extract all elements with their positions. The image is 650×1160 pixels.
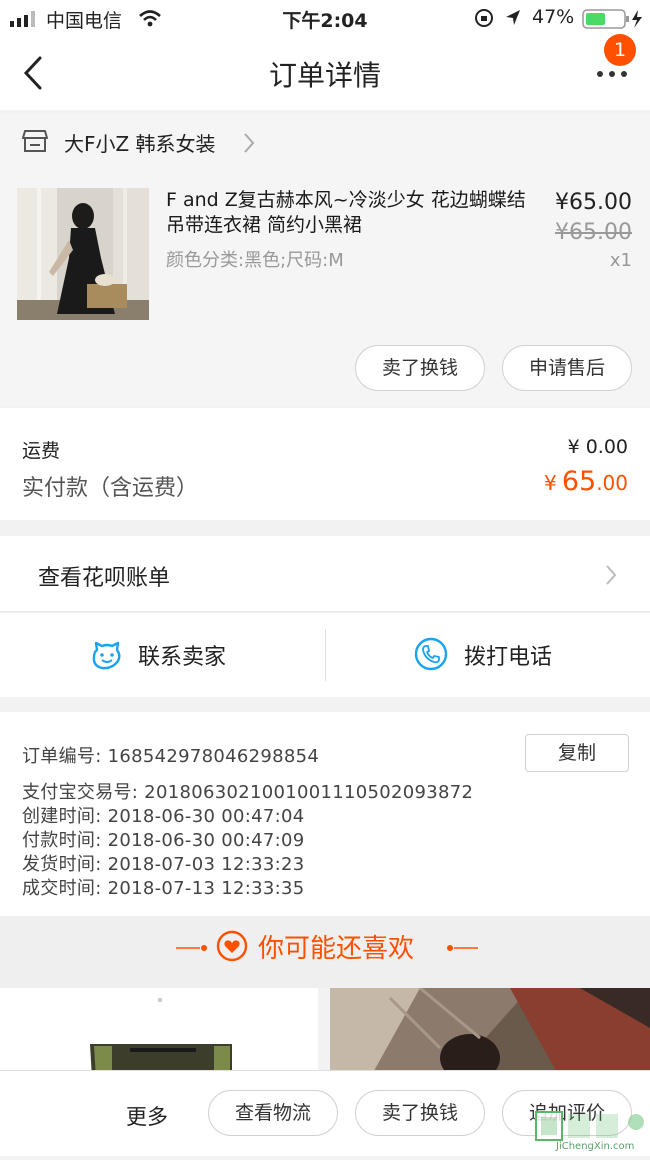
paid-label: 实付款（含运费） (22, 476, 199, 501)
created-time: 创建时间: 2018-06-30 00:47:04 (22, 806, 305, 827)
product-attributes: 颜色分类:黑色;尺码:M (166, 250, 344, 271)
shipping-value: ¥ 0.00 (567, 436, 628, 458)
paid-amount: ¥ 65.00 (544, 466, 628, 497)
shipping-label: 运费 (22, 440, 61, 462)
phone-icon[interactable] (414, 637, 448, 671)
notification-badge: 1 (604, 34, 636, 66)
chevron-right-icon (244, 133, 255, 153)
watermark-logo: JiChengXin.com (532, 1108, 650, 1156)
location-icon (506, 10, 520, 25)
navigation-bar: 订单详情 (0, 36, 650, 110)
product-title[interactable]: F and Z复古赫本风~冷淡少女 花边蝴蝶结吊带连衣裙 简约小黑裙 (166, 188, 526, 238)
completed-time: 成交时间: 2018-07-13 12:33:35 (22, 878, 305, 899)
chat-smiley-icon[interactable] (90, 637, 124, 671)
order-number: 订单编号: 168542978046298854 (22, 746, 320, 767)
huabei-bill-label: 查看花呗账单 (38, 566, 171, 591)
product-quantity: x1 (609, 250, 632, 271)
product-price: ¥65.00 (555, 190, 632, 215)
chevron-right-icon (606, 565, 617, 585)
battery-icon (582, 9, 642, 29)
product-thumbnail[interactable] (17, 188, 149, 320)
recommend-header: 你可能还喜欢 (0, 916, 650, 988)
recommend-product-image-1[interactable] (0, 988, 318, 1078)
paid-decimal: .00 (596, 471, 628, 495)
resell-button-bottom[interactable]: 卖了换钱 (355, 1090, 485, 1136)
paid-time: 付款时间: 2018-06-30 00:47:09 (22, 830, 305, 851)
page-title: 订单详情 (268, 59, 381, 92)
contact-seller-button[interactable]: 联系卖家 (138, 639, 226, 671)
left-ornament-icon (176, 945, 207, 951)
paid-integer: 65 (561, 466, 597, 497)
product-item[interactable]: F and Z复古赫本风~冷淡少女 花边蝴蝶结吊带连衣裙 简约小黑裙 颜色分类:… (0, 178, 650, 406)
after-sales-button[interactable]: 申请售后 (502, 345, 632, 391)
watermark-text: JiChengXin.com (556, 1141, 635, 1152)
orientation-lock-icon (475, 9, 493, 27)
shop-name: 大F小Z 韩系女装 (64, 132, 216, 156)
paid-currency: ¥ (544, 471, 557, 495)
product-original-price: ¥65.00 (555, 220, 632, 245)
shop-row[interactable]: 大F小Z 韩系女装 (0, 114, 650, 178)
alipay-trade-number: 支付宝交易号: 2018063021001001110502093872 (22, 782, 474, 803)
heart-icon (216, 930, 248, 962)
divider (325, 629, 326, 681)
huabei-bill-row[interactable]: 查看花呗账单 (0, 536, 650, 612)
more-button[interactable]: 更多 (126, 1101, 168, 1131)
resell-button[interactable]: 卖了换钱 (355, 345, 485, 391)
call-phone-button[interactable]: 拨打电话 (464, 639, 552, 671)
shop-icon (22, 130, 48, 152)
shipped-time: 发货时间: 2018-07-03 12:33:23 (22, 854, 305, 875)
order-info: 订单编号: 168542978046298854 复制 支付宝交易号: 2018… (0, 712, 650, 916)
fee-summary: 运费 ¥ 0.00 实付款（含运费） ¥ 65.00 (0, 408, 650, 520)
right-ornament-icon (447, 945, 478, 951)
contact-row: 联系卖家 拨打电话 (0, 613, 650, 697)
recommend-title: 你可能还喜欢 (258, 934, 415, 964)
view-logistics-button[interactable]: 查看物流 (208, 1090, 338, 1136)
battery-percentage: 47% (532, 6, 575, 28)
status-bar: 中国电信 下午2:04 47% (0, 0, 650, 36)
recommend-product-image-2[interactable] (330, 988, 650, 1078)
copy-button[interactable]: 复制 (525, 734, 629, 772)
